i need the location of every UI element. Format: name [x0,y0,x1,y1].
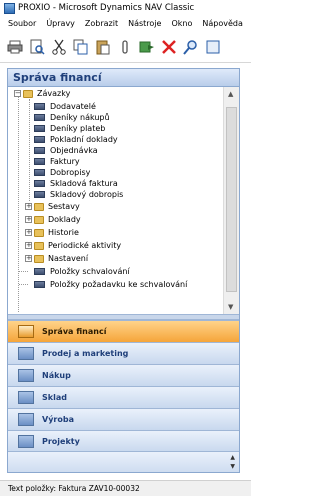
form-icon [34,136,45,143]
tree-node-historie[interactable]: + Historie [25,227,79,238]
finance-icon [18,325,34,338]
tree-guide-line [29,99,30,201]
scroll-down-icon[interactable]: ▼ [228,303,233,311]
nav-button-sprava-financi[interactable]: Správa financí [8,320,239,342]
form-icon [34,191,45,198]
print-preview-icon[interactable] [28,38,46,56]
title-bar: PROXIO - Microsoft Dynamics NAV Classic [0,0,251,16]
form-icon [34,114,45,121]
scroll-thumb[interactable] [226,107,237,292]
menu-nastroje[interactable]: Nástroje [128,19,161,28]
tree-node-deniky-plateb[interactable]: Deníky plateb [34,123,105,134]
expand-icon[interactable]: + [25,216,32,223]
tree-node-zavazky[interactable]: − Závazky [14,88,70,99]
form-icon [34,158,45,165]
window-title: PROXIO - Microsoft Dynamics NAV Classic [18,3,195,13]
menu-okno[interactable]: Okno [171,19,192,28]
tree-node-faktury[interactable]: Faktury [34,156,80,167]
tree-guide-line [18,97,19,312]
tree-node-pokladni-doklady[interactable]: Pokladní doklady [34,134,118,145]
folder-icon [34,202,44,211]
menu-zobrazit[interactable]: Zobrazit [85,19,118,28]
tree-node-deniky-nakupu[interactable]: Deníky nákupů [34,112,110,123]
nav-button-projekty[interactable]: Projekty [8,430,239,452]
folder-icon [34,215,44,224]
tree-node-skladova-faktura[interactable]: Skladová faktura [34,178,118,189]
tree-node-nastaveni[interactable]: + Nastavení [25,253,88,264]
paste-icon[interactable] [94,38,112,56]
form-icon [34,180,45,187]
form-icon [34,103,45,110]
tree-guide-line [19,284,28,285]
projects-icon [18,435,34,448]
menu-napoveda[interactable]: Nápověda [202,19,243,28]
form-icon [34,169,45,176]
tree-node-skladovy-dobropis[interactable]: Skladový dobropis [34,189,123,200]
folder-icon [34,254,44,263]
nav-button-nakup[interactable]: Nákup [8,364,239,386]
folder-icon [23,89,33,98]
tree-node-doklady[interactable]: + Doklady [25,214,81,225]
menu-soubor[interactable]: Soubor [8,19,36,28]
nav-button-vyroba[interactable]: Výroba [8,408,239,430]
scroll-up-icon[interactable]: ▲ [228,90,233,98]
form-icon [34,147,45,154]
print-icon[interactable] [6,38,24,56]
status-bar: Text položky: Faktura ZAV10-00032 [0,480,251,496]
tree-node-periodicke-aktivity[interactable]: + Periodické aktivity [25,240,121,251]
menu-bar: Soubor Úpravy Zobrazit Nástroje Okno Náp… [0,17,251,30]
chevron-down-icon[interactable]: ▼ [230,463,235,470]
tree-node-objednavka[interactable]: Objednávka [34,145,98,156]
app-icon [4,2,15,14]
copy-icon[interactable] [72,38,90,56]
tree-guide-line [19,271,28,272]
chevron-up-icon[interactable]: ▲ [230,454,235,461]
tree-node-polozky-pozadavku[interactable]: Položky požadavku ke schvalování [34,279,187,290]
expand-icon[interactable]: + [25,229,32,236]
nav-button-sklad[interactable]: Sklad [8,386,239,408]
folder-icon [34,228,44,237]
purchase-icon [18,369,34,382]
menu-upravy[interactable]: Úpravy [46,19,75,28]
tree-node-sestavy[interactable]: + Sestavy [25,201,80,212]
refresh-icon[interactable] [138,38,156,56]
tree-node-dodavatele[interactable]: Dodavatelé [34,101,96,112]
tree-node-polozky-schvalovani[interactable]: Položky schvalování [34,266,130,277]
collapse-icon[interactable]: − [14,90,21,97]
expand-icon[interactable]: + [25,255,32,262]
warehouse-icon [18,391,34,404]
navigation-pane: Správa financí − Závazky Dodavatelé Dení… [7,68,240,473]
find-icon[interactable] [182,38,200,56]
attach-icon[interactable] [116,38,134,56]
form-icon [34,125,45,132]
folder-icon [34,241,44,250]
sales-icon [18,347,34,360]
manufacturing-icon [18,413,34,426]
toolbar [0,31,251,63]
menu-tree: − Závazky Dodavatelé Deníky nákupů Deník… [8,87,222,314]
form-icon [34,281,45,288]
tree-scrollbar[interactable]: ▲ ▼ [223,87,239,314]
nav-button-prodej-a-marketing[interactable]: Prodej a marketing [8,342,239,364]
cut-icon[interactable] [50,38,68,56]
more-icon[interactable] [204,38,222,56]
nav-overflow-bar: ▲ ▼ [8,451,239,472]
tree-node-dobropisy[interactable]: Dobropisy [34,167,90,178]
panel-title: Správa financí [8,69,239,87]
delete-icon[interactable] [160,38,178,56]
expand-icon[interactable]: + [25,203,32,210]
form-icon [34,268,45,275]
expand-icon[interactable]: + [25,242,32,249]
